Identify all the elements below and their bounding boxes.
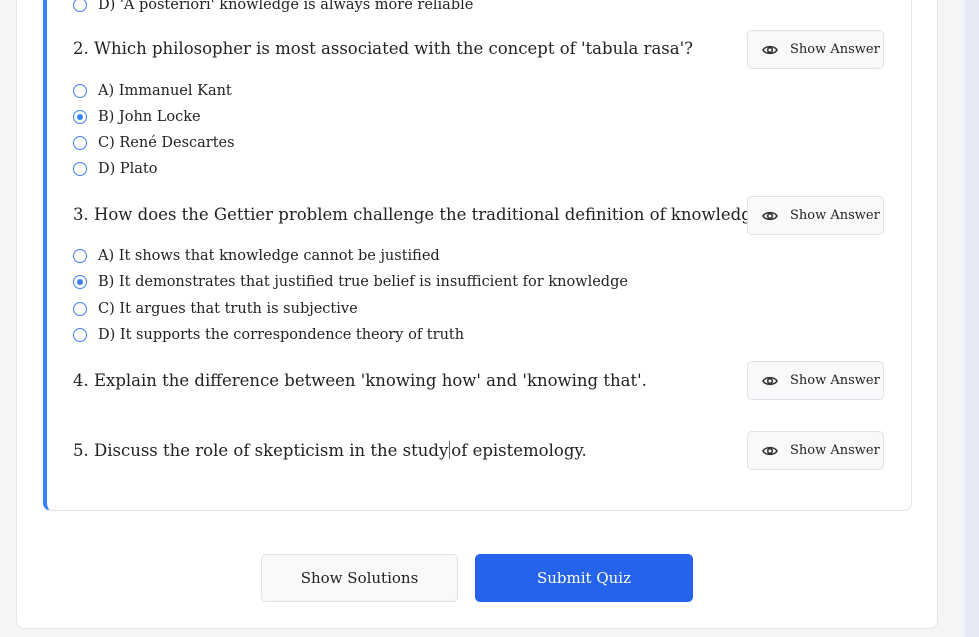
option-label: D) It supports the correspondence theory… (98, 327, 465, 343)
option-label: C) It argues that truth is subjective (98, 301, 358, 317)
q2-option-c[interactable]: C) René Descartes (73, 133, 235, 153)
q3-option-d[interactable]: D) It supports the correspondence theory… (73, 325, 464, 345)
option-label: B) It demonstrates that justified true b… (98, 274, 628, 290)
q3-option-b[interactable]: B) It demonstrates that justified true b… (73, 272, 628, 292)
option-label: B) John Locke (98, 109, 201, 125)
option-label: D) 'A posteriori' knowledge is always mo… (98, 0, 474, 13)
question-2-title: 2. Which philosopher is most associated … (73, 39, 693, 58)
submit-quiz-button[interactable]: Submit Quiz (475, 554, 693, 602)
radio-button[interactable] (73, 136, 87, 150)
option-label: C) René Descartes (98, 135, 235, 151)
eye-icon (762, 45, 778, 54)
show-answer-label: Show Answer (790, 42, 880, 57)
q3-option-a[interactable]: A) It shows that knowledge cannot be jus… (73, 246, 440, 266)
question-3-title: 3. How does the Gettier problem challeng… (73, 205, 771, 224)
title-text: of epistemology. (451, 441, 587, 460)
option-label: A) Immanuel Kant (98, 83, 232, 99)
question-4-title: 4. Explain the difference between 'knowi… (73, 371, 647, 390)
q3-option-c[interactable]: C) It argues that truth is subjective (73, 299, 358, 319)
eye-icon (762, 211, 778, 220)
q3-show-answer-button[interactable]: Show Answer (747, 196, 884, 235)
eye-icon (762, 446, 778, 455)
option-label: A) It shows that knowledge cannot be jus… (98, 248, 440, 264)
radio-button[interactable] (73, 249, 87, 263)
radio-button[interactable] (73, 302, 87, 316)
q4-show-answer-button[interactable]: Show Answer (747, 361, 884, 400)
title-text: 5. Discuss the role of skepticism in the… (73, 441, 449, 460)
radio-button[interactable] (73, 84, 87, 98)
q2-option-d[interactable]: D) Plato (73, 159, 158, 179)
q2-option-a[interactable]: A) Immanuel Kant (73, 81, 232, 101)
show-answer-label: Show Answer (790, 443, 880, 458)
q1-option-d[interactable]: D) 'A posteriori' knowledge is always mo… (73, 0, 473, 15)
radio-button-selected[interactable] (73, 275, 87, 289)
radio-button[interactable] (73, 0, 87, 12)
option-label: D) Plato (98, 161, 158, 177)
show-solutions-button[interactable]: Show Solutions (261, 554, 458, 602)
q2-show-answer-button[interactable]: Show Answer (747, 30, 884, 69)
scrollbar-thumb[interactable] (966, 0, 979, 637)
q2-option-b[interactable]: B) John Locke (73, 107, 201, 127)
show-answer-label: Show Answer (790, 373, 880, 388)
q5-show-answer-button[interactable]: Show Answer (747, 431, 884, 470)
radio-button[interactable] (73, 328, 87, 342)
radio-button-selected[interactable] (73, 110, 87, 124)
radio-button[interactable] (73, 162, 87, 176)
eye-icon (762, 376, 778, 385)
question-5-title: 5. Discuss the role of skepticism in the… (73, 441, 587, 460)
show-answer-label: Show Answer (790, 208, 880, 223)
